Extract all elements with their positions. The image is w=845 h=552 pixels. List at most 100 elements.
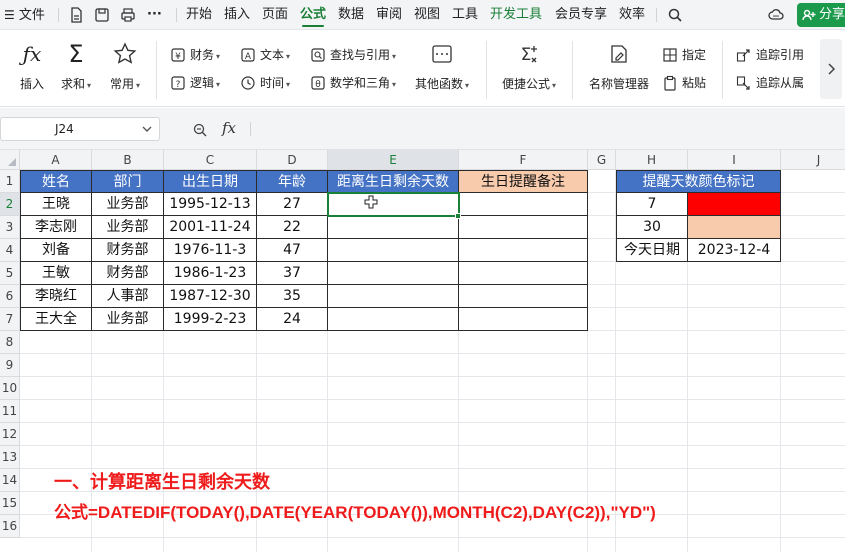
cell-department[interactable]: 财务部 [92,239,164,262]
finance-functions-button[interactable]: ¥ 财务 ▾ [170,45,220,65]
column-header-j[interactable]: J [781,150,845,170]
cell-name[interactable]: 刘备 [20,239,92,262]
cell-age[interactable]: 22 [257,216,328,239]
cell-birth-date[interactable]: 1995-12-13 [164,193,257,216]
tab-review[interactable]: 审阅 [376,0,402,30]
row-header-15[interactable]: 15 [0,492,20,515]
save-icon[interactable] [94,7,110,23]
cell-birth-date[interactable]: 1976-11-3 [164,239,257,262]
fx-button[interactable]: fx [222,119,236,137]
time-functions-button[interactable]: 时间 ▾ [240,73,290,93]
cell-age[interactable]: 35 [257,285,328,308]
cell-department[interactable]: 财务部 [92,262,164,285]
column-header-a[interactable]: A [20,150,92,170]
trace-dependents-button[interactable]: 追踪从属 [736,73,804,93]
column-header-f[interactable]: F [459,150,588,170]
search-icon[interactable] [667,7,683,23]
cell-birth-date[interactable]: 2001-11-24 [164,216,257,239]
column-header-g[interactable]: G [588,150,616,170]
header-department[interactable]: 部门 [92,170,164,193]
insert-function-button[interactable]: ƒx 插入 [10,39,54,92]
cell-department[interactable]: 业务部 [92,193,164,216]
header-days-to-birthday[interactable]: 距离生日剩余天数 [328,170,459,193]
zoom-icon[interactable] [192,122,208,138]
header-age[interactable]: 年龄 [257,170,328,193]
reminder-color-red[interactable] [688,193,781,216]
tab-view[interactable]: 视图 [414,0,440,30]
cell-name[interactable]: 王大全 [20,308,92,331]
row-header-5[interactable]: 5 [0,262,20,285]
cell-department[interactable]: 业务部 [92,216,164,239]
cell-birthday-note[interactable] [459,193,588,216]
cell-birth-date[interactable]: 1987-12-30 [164,285,257,308]
quick-formula-button[interactable]: Σ 便捷公式 ▾ [500,39,558,92]
header-name[interactable]: 姓名 [20,170,92,193]
text-functions-button[interactable]: A 文本 ▾ [240,45,290,65]
row-header-11[interactable]: 11 [0,400,20,423]
row-header-1[interactable]: 1 [0,170,20,193]
formula-input[interactable] [256,117,845,141]
cell-birthday-note[interactable] [459,216,588,239]
tab-developer[interactable]: 开发工具 [490,0,542,30]
cell-age[interactable]: 27 [257,193,328,216]
tab-formula[interactable]: 公式 [300,0,326,30]
trace-precedents-button[interactable]: 追踪引用 [736,45,804,65]
lookup-functions-button[interactable]: 查找与引用 ▾ [310,45,396,65]
logic-functions-button[interactable]: ? 逻辑 ▾ [170,73,220,93]
cell-name[interactable]: 王晓 [20,193,92,216]
other-functions-button[interactable]: 其他函数 ▾ [414,39,470,92]
header-birthday-note[interactable]: 生日提醒备注 [459,170,588,193]
row-header-4[interactable]: 4 [0,239,20,262]
tab-member[interactable]: 会员专享 [555,0,607,30]
row-header-3[interactable]: 3 [0,216,20,239]
today-date-value[interactable]: 2023-12-4 [688,239,781,262]
cell-days-to-birthday[interactable] [328,308,459,331]
tab-home[interactable]: 开始 [186,0,212,30]
fill-handle[interactable] [455,213,461,219]
cloud-icon[interactable] [768,7,784,23]
tab-data[interactable]: 数据 [338,0,364,30]
reminder-color-orange[interactable] [688,216,781,239]
cell-days-to-birthday[interactable] [328,239,459,262]
row-header-8[interactable]: 8 [0,331,20,354]
autosum-button[interactable]: Σ 求和 ▾ [52,39,100,92]
header-birth-date[interactable]: 出生日期 [164,170,257,193]
column-header-d[interactable]: D [257,150,328,170]
share-button[interactable]: 分享 [797,3,845,27]
tab-page[interactable]: 页面 [262,0,288,30]
reminder-days-7[interactable]: 7 [616,193,688,216]
new-file-icon[interactable] [68,7,84,23]
spreadsheet-grid[interactable]: A B C D E F G H I J 1 2 3 4 5 6 7 8 9 10 11 12 13 14 15 16 姓名 部门 出生日… [0,150,845,552]
print-icon[interactable] [120,7,136,23]
cell-birth-date[interactable]: 1999-2-23 [164,308,257,331]
ribbon-scroll-right-button[interactable] [820,39,842,99]
tab-tools[interactable]: 工具 [452,0,478,30]
cell-age[interactable]: 47 [257,239,328,262]
name-box[interactable]: J24 [0,117,160,141]
column-header-b[interactable]: B [92,150,164,170]
cell-age[interactable]: 37 [257,262,328,285]
row-header-10[interactable]: 10 [0,377,20,400]
more-options-icon[interactable]: ··· [147,0,162,30]
cell-days-to-birthday[interactable] [328,285,459,308]
name-manager-button[interactable]: 名称管理器 [588,39,650,92]
cell-age[interactable]: 24 [257,308,328,331]
cell-name[interactable]: 李志刚 [20,216,92,239]
row-header-9[interactable]: 9 [0,354,20,377]
menu-file[interactable]: ☰ 文件 [4,0,45,30]
define-name-button[interactable]: 指定 [662,45,706,65]
cell-birth-date[interactable]: 1986-1-23 [164,262,257,285]
cell-department[interactable]: 人事部 [92,285,164,308]
cell-days-to-birthday[interactable] [328,216,459,239]
column-header-c[interactable]: C [164,150,257,170]
cell-birthday-note[interactable] [459,262,588,285]
column-header-i[interactable]: I [688,150,781,170]
common-functions-button[interactable]: 常用 ▾ [102,39,148,92]
tab-insert[interactable]: 插入 [224,0,250,30]
chevron-down-icon[interactable] [141,122,153,136]
cell-birthday-note[interactable] [459,239,588,262]
row-header-12[interactable]: 12 [0,423,20,446]
cell-name[interactable]: 王敏 [20,262,92,285]
cell-days-to-birthday[interactable] [328,262,459,285]
row-header-16[interactable]: 16 [0,515,20,538]
